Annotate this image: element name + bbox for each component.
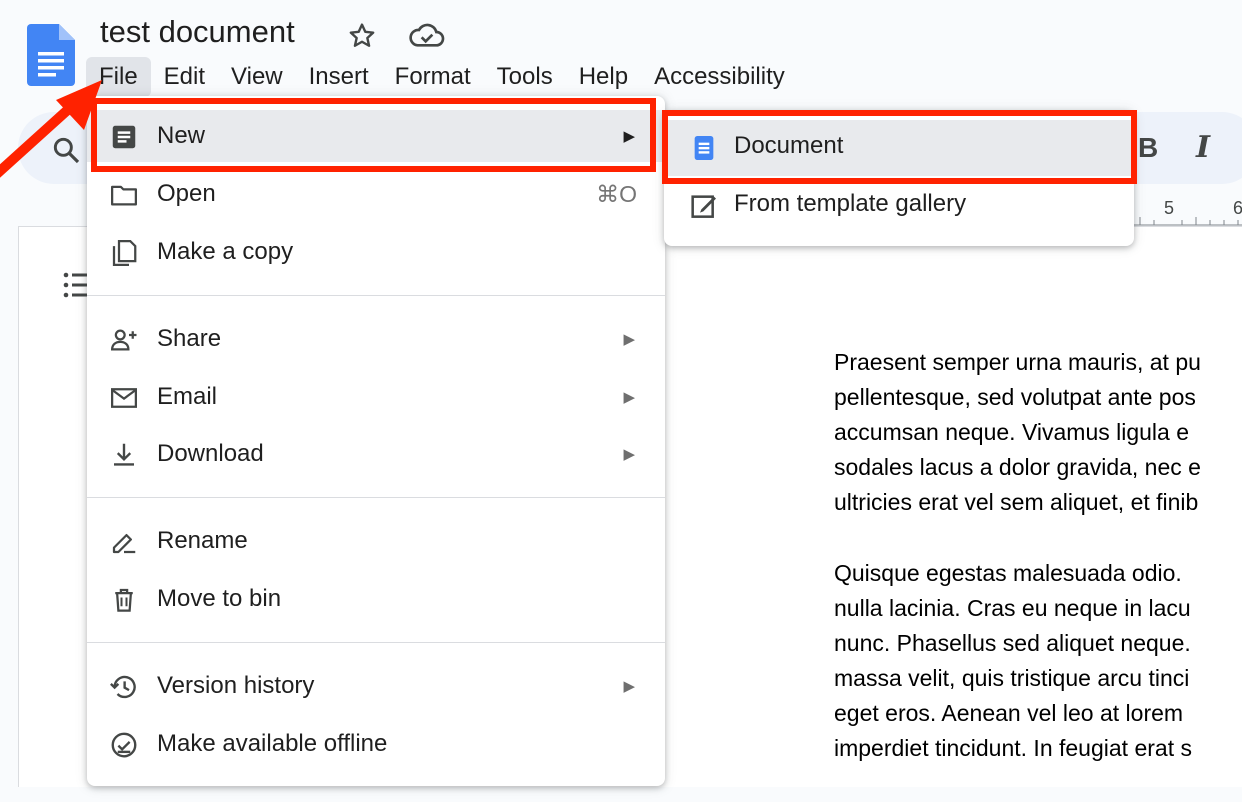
text-line: nulla lacinia. Cras eu neque in lacu [834,595,1191,621]
ruler-label-5: 5 [1164,198,1175,218]
text-line: Praesent semper urna mauris, at pu [834,349,1201,375]
version-history-label: Version history [157,672,315,699]
submenu-arrow-icon: ▶ [623,446,635,463]
open-label: Open [157,180,216,207]
text-line: accumsan neque. Vivamus ligula e [834,419,1190,445]
text-line: pellentesque, sed volutpat ante pos [834,384,1196,410]
ruler [1134,217,1242,226]
email-label: Email [157,383,218,410]
mail-icon [111,388,137,408]
rename-label: Rename [157,527,248,554]
text-line: nunc. Phasellus sed aliquet neque. [834,630,1191,656]
file-menu-make-copy[interactable]: Make a copy [87,226,665,278]
file-menu-open[interactable]: Open ⌘O [87,168,665,220]
google-docs-logo-icon[interactable] [27,24,75,86]
menu-help[interactable]: Help [566,57,641,97]
text-line: eget eros. Aenean vel leo at lorem [834,700,1184,726]
file-menu-version-history[interactable]: Version history ▶ [87,660,665,712]
menu-tools[interactable]: Tools [484,57,566,97]
bold-button[interactable]: B [1138,132,1158,164]
history-icon [110,675,136,699]
file-menu-new[interactable]: New ▶ [87,110,665,162]
search-icon[interactable] [50,134,82,166]
file-menu-offline[interactable]: Make available offline [87,718,665,770]
menu-file[interactable]: File [86,57,151,97]
template-icon [691,195,716,218]
menu-divider [87,642,665,643]
rename-pencil-icon [112,534,136,554]
new-submenu: Document From template gallery [664,110,1134,246]
text-line: Quisque egestas malesuada odio. [834,560,1182,586]
document-title[interactable]: test document [100,14,295,50]
submenu-arrow-icon: ▶ [623,389,635,406]
move-to-bin-label: Move to bin [157,585,282,612]
open-shortcut: ⌘O [596,180,637,207]
menu-divider [87,295,665,296]
text-line: sodales lacus a dolor gravida, nec e [834,454,1201,480]
menu-divider [87,497,665,498]
download-icon [114,443,134,466]
share-label: Share [157,325,222,352]
new-label: New [157,122,206,149]
file-menu-email[interactable]: Email ▶ [87,371,665,423]
offline-check-icon [111,732,137,758]
trash-icon [115,588,133,612]
make-copy-label: Make a copy [157,238,294,265]
folder-icon [111,185,137,206]
file-menu-rename[interactable]: Rename [87,515,665,567]
menu-view[interactable]: View [218,57,296,97]
submenu-arrow-icon: ▶ [623,128,635,145]
italic-button[interactable]: I [1196,130,1210,165]
submenu-template-gallery[interactable]: From template gallery [664,178,1134,234]
submenu-document[interactable]: Document [664,120,1134,176]
paragraph: Praesent semper urna mauris, at pu pelle… [834,345,1242,520]
star-icon[interactable] [346,20,378,52]
cloud-saved-icon[interactable] [408,20,446,52]
document-label: Document [734,132,844,159]
ruler-label-6: 6 [1233,198,1242,218]
submenu-arrow-icon: ▶ [623,678,635,695]
template-gallery-label: From template gallery [734,190,967,217]
google-doc-icon [694,136,714,160]
add-person-icon [110,329,137,351]
file-menu-move-to-bin[interactable]: Move to bin [87,573,665,625]
copy-icon [112,240,137,266]
download-label: Download [157,440,264,467]
document-body[interactable]: Praesent semper urna mauris, at pu pelle… [834,345,1242,802]
submenu-arrow-icon: ▶ [623,331,635,348]
text-line: imperdiet tincidunt. In feugiat erat s [834,735,1192,761]
text-line: massa velit, quis tristique arcu tinci [834,665,1190,691]
paragraph: Quisque egestas malesuada odio. nulla la… [834,556,1242,766]
menu-format[interactable]: Format [382,57,484,97]
menu-bar: File Edit View Insert Format Tools Help … [86,57,798,97]
offline-label: Make available offline [157,730,388,757]
menu-edit[interactable]: Edit [151,57,218,97]
file-menu-share[interactable]: Share ▶ [87,313,665,365]
menu-insert[interactable]: Insert [296,57,382,97]
file-menu-download[interactable]: Download ▶ [87,428,665,480]
document-icon [112,125,136,149]
file-menu-dropdown: New ▶ Open ⌘O Make a copy Share ▶ Email … [87,96,665,786]
text-line: ultricies erat vel sem aliquet, et finib [834,489,1199,515]
menu-accessibility[interactable]: Accessibility [641,57,798,97]
